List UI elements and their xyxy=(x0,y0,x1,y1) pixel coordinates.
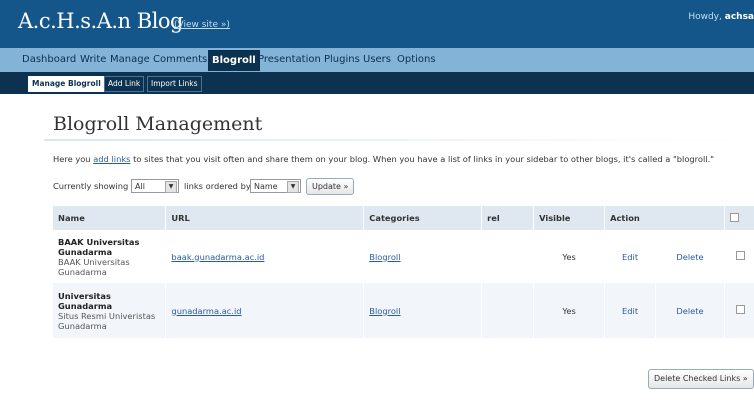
category-select-value: All xyxy=(135,182,145,191)
column-url: URL xyxy=(165,206,365,230)
link-rel xyxy=(481,230,535,283)
intro-text-end: to sites that you visit often and share … xyxy=(130,154,715,164)
currently-showing-label: Currently showing xyxy=(53,181,129,191)
view-site-link[interactable]: (View site ») xyxy=(174,20,230,30)
menu-item-manage[interactable]: Manage xyxy=(110,54,150,65)
link-description: BAAK Universitas Gunadarma xyxy=(58,256,130,277)
submenu-manage-blogroll[interactable]: Manage Blogroll xyxy=(28,76,105,92)
link-url[interactable]: gunadarma.ac.id xyxy=(171,306,241,316)
row-checkbox[interactable] xyxy=(736,305,746,314)
admin-header: A.c.H.s.A.n Blog (View site ») Howdy, ac… xyxy=(0,0,754,48)
menu-item-write[interactable]: Write xyxy=(80,54,106,65)
howdy-greeting: Howdy, achsa xyxy=(688,12,754,22)
column-name: Name xyxy=(53,206,167,230)
delete-checked-links-button[interactable]: Delete Checked Links » xyxy=(648,369,754,389)
order-select[interactable]: Name ▼ xyxy=(250,179,301,193)
column-rel: rel xyxy=(481,206,535,230)
menu-item-dashboard[interactable]: Dashboard xyxy=(22,54,76,65)
menu-item-blogroll[interactable]: Blogroll xyxy=(208,50,260,71)
link-name: Universitas Gunadarma xyxy=(58,290,113,311)
table-header-row: Name URL Categories rel Visible Action xyxy=(53,206,754,230)
sub-menu: Manage Blogroll Add Link Import Links xyxy=(0,72,754,94)
link-url[interactable]: baak.gunadarma.ac.id xyxy=(171,252,264,262)
title-divider xyxy=(44,139,744,141)
delete-link-button[interactable]: Delete xyxy=(676,306,703,316)
page-title: Blogroll Management xyxy=(53,113,263,135)
submenu-import-links[interactable]: Import Links xyxy=(147,76,202,92)
link-category[interactable]: Blogroll xyxy=(369,252,400,262)
link-description: Situs Resmi Univeristas Gunadarma xyxy=(58,310,156,331)
menu-item-options[interactable]: Options xyxy=(397,54,436,65)
link-visible: Yes xyxy=(533,283,606,338)
link-visible: Yes xyxy=(533,230,606,283)
column-visible: Visible xyxy=(533,206,606,230)
category-select[interactable]: All ▼ xyxy=(131,179,179,193)
menu-item-users[interactable]: Users xyxy=(363,54,391,65)
order-select-value: Name xyxy=(254,182,278,191)
link-name-cell: BAAK Universitas Gunadarma BAAK Universi… xyxy=(53,230,167,283)
column-categories: Categories xyxy=(363,206,483,230)
link-rel xyxy=(481,283,535,338)
ordered-by-label: links ordered by xyxy=(184,181,251,191)
links-table: Name URL Categories rel Visible Action B… xyxy=(53,206,754,338)
update-button[interactable]: Update » xyxy=(306,178,355,195)
menu-item-comments[interactable]: Comments xyxy=(153,54,207,65)
main-menu: Dashboard Write Manage Comments Blogroll… xyxy=(0,48,754,72)
row-checkbox[interactable] xyxy=(736,251,746,260)
chevron-down-icon: ▼ xyxy=(287,181,299,193)
intro-text: Here you add links to sites that you vis… xyxy=(53,154,714,164)
intro-text-start: Here you xyxy=(53,154,94,164)
chevron-down-icon: ▼ xyxy=(165,181,177,193)
select-all-cell xyxy=(724,206,754,230)
link-name: BAAK Universitas Gunadarma xyxy=(58,236,140,257)
delete-link-button[interactable]: Delete xyxy=(676,252,703,262)
link-name-cell: Universitas Gunadarma Situs Resmi Univer… xyxy=(53,283,167,338)
submenu-add-link[interactable]: Add Link xyxy=(104,76,145,92)
add-links-link[interactable]: add links xyxy=(93,154,130,164)
username-link[interactable]: achsa xyxy=(725,12,754,22)
menu-item-presentation[interactable]: Presentation xyxy=(258,54,321,65)
edit-link-button[interactable]: Edit xyxy=(622,306,638,316)
howdy-prefix: Howdy, xyxy=(688,12,722,22)
table-row: BAAK Universitas Gunadarma BAAK Universi… xyxy=(53,230,754,283)
site-title: A.c.H.s.A.n Blog xyxy=(18,9,184,33)
table-row: Universitas Gunadarma Situs Resmi Univer… xyxy=(53,283,754,338)
link-category[interactable]: Blogroll xyxy=(369,306,400,316)
edit-link-button[interactable]: Edit xyxy=(622,252,638,262)
select-all-checkbox[interactable] xyxy=(729,212,739,222)
menu-item-plugins[interactable]: Plugins xyxy=(324,54,360,65)
column-action: Action xyxy=(604,206,725,230)
